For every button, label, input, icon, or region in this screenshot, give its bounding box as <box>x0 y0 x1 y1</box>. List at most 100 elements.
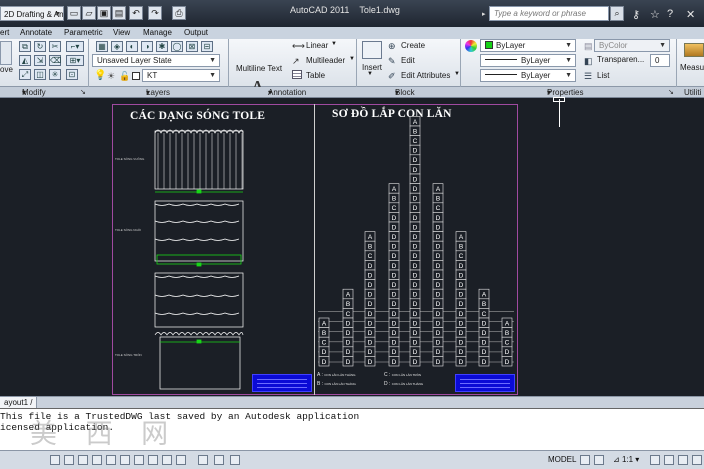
roller-label: D <box>413 311 418 318</box>
roller-label: B <box>392 196 396 203</box>
roller-label: D <box>392 244 397 251</box>
roller-label: D <box>436 292 441 299</box>
roller-label: D <box>368 301 373 308</box>
roller-label: D <box>482 349 487 356</box>
roller-label: D <box>392 282 397 289</box>
roller-label: D <box>413 330 418 337</box>
roller-label: D <box>459 359 464 366</box>
roller-label: C <box>436 205 441 212</box>
roller-label: D <box>346 330 351 337</box>
roller-label: A <box>436 186 441 193</box>
annotation-monitor-icon[interactable] <box>230 455 240 465</box>
roller-label: D <box>436 320 441 327</box>
watermark: 美 西 网 <box>30 419 179 450</box>
roller-label: D <box>436 349 441 356</box>
annotation-scale[interactable]: ⊿ 1:1 ▾ <box>613 455 639 465</box>
roller-label: D <box>392 234 397 241</box>
transparency-toggle-icon[interactable] <box>176 455 186 465</box>
roller-label: A <box>392 186 397 193</box>
roller-label: D <box>346 320 351 327</box>
roller-label: D <box>436 311 441 318</box>
roller-label: D <box>368 292 373 299</box>
ortho-icon[interactable] <box>78 455 88 465</box>
clean-screen-icon[interactable] <box>692 455 702 465</box>
roller-label: D <box>368 282 373 289</box>
roller-label: D <box>392 359 397 366</box>
selection-cycling-icon[interactable] <box>214 455 224 465</box>
roller-label: D <box>368 349 373 356</box>
roller-label: B <box>482 301 486 308</box>
otrack-icon[interactable] <box>120 455 130 465</box>
roller-label: D <box>505 349 510 356</box>
roller-label: A <box>413 119 418 126</box>
ducs-icon[interactable] <box>134 455 144 465</box>
roller-label: C <box>413 138 418 145</box>
roller-label: D <box>482 359 487 366</box>
roller-label: D <box>368 311 373 318</box>
annotation-visibility-icon[interactable] <box>650 455 660 465</box>
roller-label: D <box>436 244 441 251</box>
roller-label: D <box>392 330 397 337</box>
quick-view-drawings-icon[interactable] <box>594 455 604 465</box>
roller-label: C <box>346 311 351 318</box>
polar-icon[interactable] <box>92 455 102 465</box>
roller-label: C <box>392 205 397 212</box>
snap-icon[interactable] <box>50 455 60 465</box>
title-block <box>252 374 312 392</box>
roller-label: D <box>392 320 397 327</box>
roller-label: A <box>459 234 464 241</box>
roller-label: D <box>436 263 441 270</box>
roller-label: B <box>505 330 509 337</box>
roller-label: C <box>322 340 327 347</box>
roller-label: D <box>413 349 418 356</box>
lock-ui-icon[interactable] <box>678 455 688 465</box>
quick-properties-icon[interactable] <box>198 455 208 465</box>
roller-label: D <box>436 330 441 337</box>
roller-label: B <box>322 330 326 337</box>
model-toggle[interactable]: MODEL <box>548 455 576 465</box>
roller-label: D <box>413 148 418 155</box>
roller-label: D <box>413 234 418 241</box>
roller-label: D <box>413 244 418 251</box>
roller-label: D <box>413 292 418 299</box>
roller-label: D <box>436 301 441 308</box>
dyn-icon[interactable] <box>148 455 158 465</box>
roller-label: D <box>413 157 418 164</box>
roller-label: D <box>459 340 464 347</box>
lineweight-toggle-icon[interactable] <box>162 455 172 465</box>
roller-label: D <box>413 215 418 222</box>
roller-label: D <box>368 263 373 270</box>
roller-label: D <box>392 215 397 222</box>
crosshair-cursor <box>559 99 560 127</box>
roller-label: D <box>436 224 441 231</box>
roller-label: D <box>392 292 397 299</box>
roller-label: D <box>392 263 397 270</box>
roller-label: D <box>392 253 397 260</box>
status-bar: MODEL ⊿ 1:1 ▾ <box>0 450 704 469</box>
roller-label: D <box>392 301 397 308</box>
roller-label: D <box>459 282 464 289</box>
title-block <box>455 374 515 392</box>
autocad-window: 2D Drafting & Annotation▼ ▭ ▱ ▣ ▤ ↶ ↷ ⎙ … <box>0 0 704 469</box>
roller-label: D <box>413 263 418 270</box>
roller-label: D <box>413 176 418 183</box>
roller-label: D <box>505 359 510 366</box>
roller-label: D <box>413 196 418 203</box>
roller-label: D <box>482 320 487 327</box>
roller-label: D <box>436 272 441 279</box>
roller-label: D <box>346 349 351 356</box>
roller-label: D <box>413 167 418 174</box>
quick-view-layouts-icon[interactable] <box>580 455 590 465</box>
workspace-switching-icon[interactable] <box>664 455 674 465</box>
roller-label: D <box>413 205 418 212</box>
roller-label: D <box>459 263 464 270</box>
roller-label: A <box>368 234 373 241</box>
roller-label: D <box>413 301 418 308</box>
roller-label: D <box>436 215 441 222</box>
roller-label: D <box>322 359 327 366</box>
osnap-icon[interactable] <box>106 455 116 465</box>
grid-icon[interactable] <box>64 455 74 465</box>
roller-label: B <box>459 244 463 251</box>
roller-label: D <box>459 272 464 279</box>
roller-label: D <box>459 320 464 327</box>
